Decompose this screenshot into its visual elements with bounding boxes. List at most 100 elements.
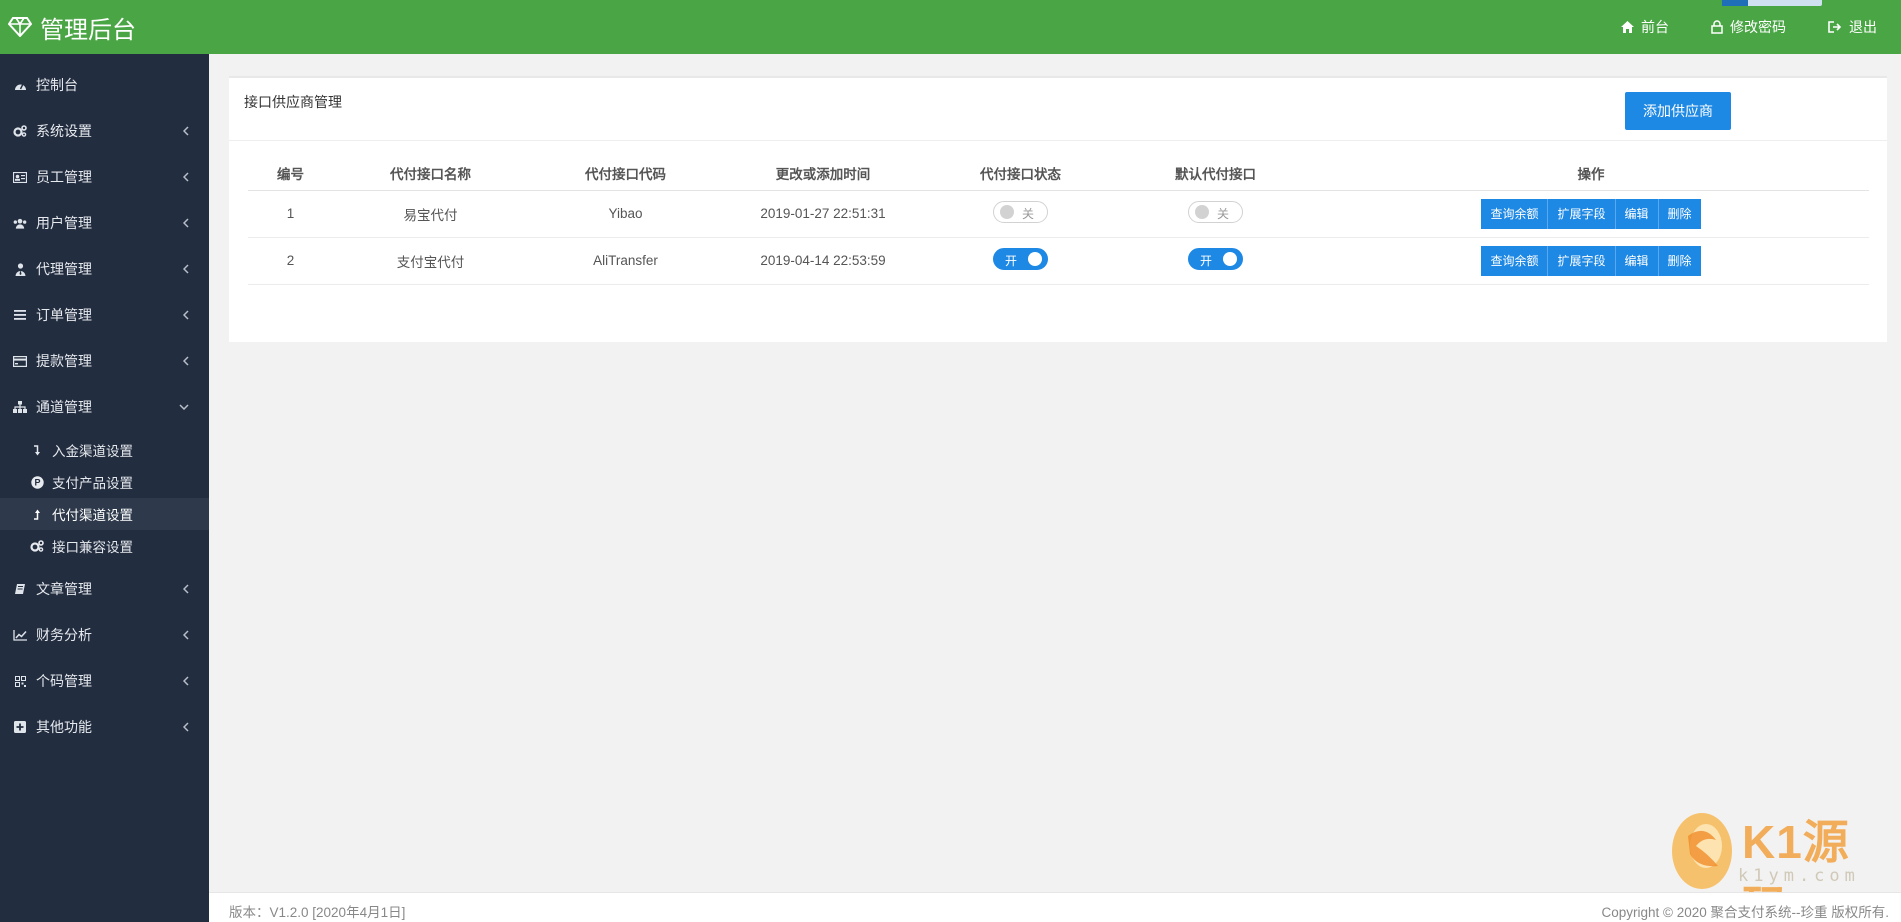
- nav-logout-label: 退出: [1849, 19, 1877, 35]
- delete-button[interactable]: 删除: [1658, 245, 1701, 276]
- cell-actions: 查询余额 扩展字段 编辑 删除: [1313, 190, 1869, 238]
- sidebar-item-label: 系统设置: [36, 123, 92, 139]
- default-toggle[interactable]: 关: [1188, 201, 1243, 223]
- edit-button[interactable]: 编辑: [1615, 245, 1659, 276]
- plus-square-icon: [13, 720, 27, 734]
- action-group: 查询余额 扩展字段 编辑 删除: [1481, 198, 1701, 229]
- sidebar-item-system-settings[interactable]: 系统设置: [0, 108, 209, 154]
- sidebar: 控制台 系统设置 员工管理 用户管理 代理管理 订单管理 提款管理 通道管理 入…: [0, 54, 209, 922]
- chevron-left-icon: [183, 338, 189, 384]
- lock-icon: [1711, 20, 1723, 34]
- cell-name: 易宝代付: [333, 190, 528, 238]
- query-balance-button[interactable]: 查询余额: [1481, 245, 1549, 276]
- sidebar-subitem-pay-products[interactable]: P 支付产品设置: [0, 466, 209, 498]
- chevron-left-icon: [183, 108, 189, 154]
- column-header: 操作: [1313, 156, 1869, 191]
- column-header: 编号: [248, 156, 333, 191]
- sidebar-item-agents[interactable]: 代理管理: [0, 246, 209, 292]
- sidebar-item-withdrawals[interactable]: 提款管理: [0, 338, 209, 384]
- action-group: 查询余额 扩展字段 编辑 删除: [1481, 245, 1701, 276]
- sidebar-subitem-interface-compat[interactable]: 接口兼容设置: [0, 530, 209, 562]
- sidebar-subitem-label: 代付渠道设置: [52, 508, 133, 523]
- sidebar-subitem-payout-channel[interactable]: 代付渠道设置: [0, 498, 209, 530]
- sidebar-item-staff[interactable]: 员工管理: [0, 154, 209, 200]
- book-icon: [13, 582, 27, 596]
- cell-name: 支付宝代付: [333, 237, 528, 285]
- sidebar-item-users[interactable]: 用户管理: [0, 200, 209, 246]
- credit-card-icon: [13, 354, 27, 368]
- sidebar-item-label: 用户管理: [36, 215, 92, 231]
- sidebar-item-personal-code[interactable]: 个码管理: [0, 658, 209, 704]
- extend-fields-button[interactable]: 扩展字段: [1548, 245, 1616, 276]
- chevron-down-icon: [179, 384, 189, 430]
- app-title: 管理后台: [40, 16, 136, 44]
- sidebar-item-label: 员工管理: [36, 169, 92, 185]
- cell-time: 2019-04-14 22:53:59: [723, 237, 923, 285]
- sidebar-item-other[interactable]: 其他功能: [0, 704, 209, 750]
- query-balance-button[interactable]: 查询余额: [1481, 198, 1549, 229]
- sidebar-item-label: 文章管理: [36, 581, 92, 597]
- level-up-icon: [30, 507, 44, 521]
- nav-change-password[interactable]: 修改密码: [1711, 17, 1786, 37]
- cogs-icon: [13, 124, 27, 138]
- header-nav: 前台 修改密码 退出: [1579, 0, 1877, 54]
- sidebar-item-label: 其他功能: [36, 719, 92, 735]
- cell-code: Yibao: [528, 190, 723, 238]
- app-logo[interactable]: 管理后台: [8, 0, 136, 54]
- list-icon: [13, 308, 27, 322]
- sidebar-item-finance[interactable]: 财务分析: [0, 612, 209, 658]
- chevron-left-icon: [183, 704, 189, 750]
- nav-frontend[interactable]: 前台: [1621, 17, 1669, 37]
- column-header: 默认代付接口: [1118, 156, 1313, 191]
- sitemap-icon: [13, 400, 27, 414]
- sidebar-item-orders[interactable]: 订单管理: [0, 292, 209, 338]
- cell-default: 关: [1118, 190, 1313, 238]
- edit-button[interactable]: 编辑: [1615, 198, 1659, 229]
- dashboard-icon: [13, 78, 27, 92]
- cell-status: 关: [923, 190, 1118, 238]
- column-header: 更改或添加时间: [723, 156, 923, 191]
- sidebar-item-dashboard[interactable]: 控制台: [0, 62, 209, 108]
- cell-status: 开: [923, 237, 1118, 285]
- sidebar-item-label: 提款管理: [36, 353, 92, 369]
- cogs-icon: [30, 539, 44, 553]
- delete-button[interactable]: 删除: [1658, 198, 1701, 229]
- extend-fields-button[interactable]: 扩展字段: [1548, 198, 1616, 229]
- sidebar-item-label: 代理管理: [36, 261, 92, 277]
- toggle-label: 开: [1200, 254, 1213, 268]
- nav-change-password-label: 修改密码: [1730, 19, 1786, 35]
- chevron-left-icon: [183, 566, 189, 612]
- sidebar-item-label: 通道管理: [36, 399, 92, 415]
- users-icon: [13, 216, 27, 230]
- watermark-domain: k1ym.com: [1738, 866, 1860, 886]
- status-toggle[interactable]: 开: [993, 248, 1048, 270]
- k1ym-watermark: K1源码 k1ym.com: [1668, 806, 1878, 922]
- add-supplier-button[interactable]: 添加供应商: [1625, 92, 1731, 130]
- watermark-logo-icon: [1672, 813, 1732, 889]
- copyright-text: Copyright © 2020 聚合支付系统--珍重 版权所有.: [1601, 905, 1889, 920]
- panel-divider: [229, 140, 1887, 141]
- toggle-label: 关: [1022, 207, 1035, 221]
- sidebar-item-channels[interactable]: 通道管理: [0, 384, 209, 430]
- nav-logout[interactable]: 退出: [1828, 17, 1877, 37]
- cell-default: 开: [1118, 237, 1313, 285]
- version-text: 版本：V1.2.0 [2020年4月1日]: [229, 905, 406, 920]
- supplier-panel: 接口供应商管理 添加供应商 编号 代付接口名称 代付接口代码 更改或添加时间 代…: [229, 76, 1887, 342]
- status-toggle[interactable]: 关: [993, 201, 1048, 223]
- toggle-knob: [1223, 252, 1237, 266]
- cell-code: AliTransfer: [528, 237, 723, 285]
- sidebar-subitem-deposit-channel[interactable]: 入金渠道设置: [0, 434, 209, 466]
- sidebar-subitem-label: 入金渠道设置: [52, 444, 133, 459]
- chevron-left-icon: [183, 154, 189, 200]
- sidebar-item-articles[interactable]: 文章管理: [0, 566, 209, 612]
- cell-id: 2: [248, 237, 333, 285]
- chevron-left-icon: [183, 292, 189, 338]
- chevron-left-icon: [183, 612, 189, 658]
- level-down-icon: [30, 443, 44, 457]
- user-tie-icon: [13, 262, 27, 276]
- top-header: 管理后台 前台 修改密码 退出: [0, 0, 1901, 54]
- cell-actions: 查询余额 扩展字段 编辑 删除: [1313, 237, 1869, 285]
- column-header: 代付接口代码: [528, 156, 723, 191]
- diamond-icon: [8, 17, 32, 37]
- default-toggle[interactable]: 开: [1188, 248, 1243, 270]
